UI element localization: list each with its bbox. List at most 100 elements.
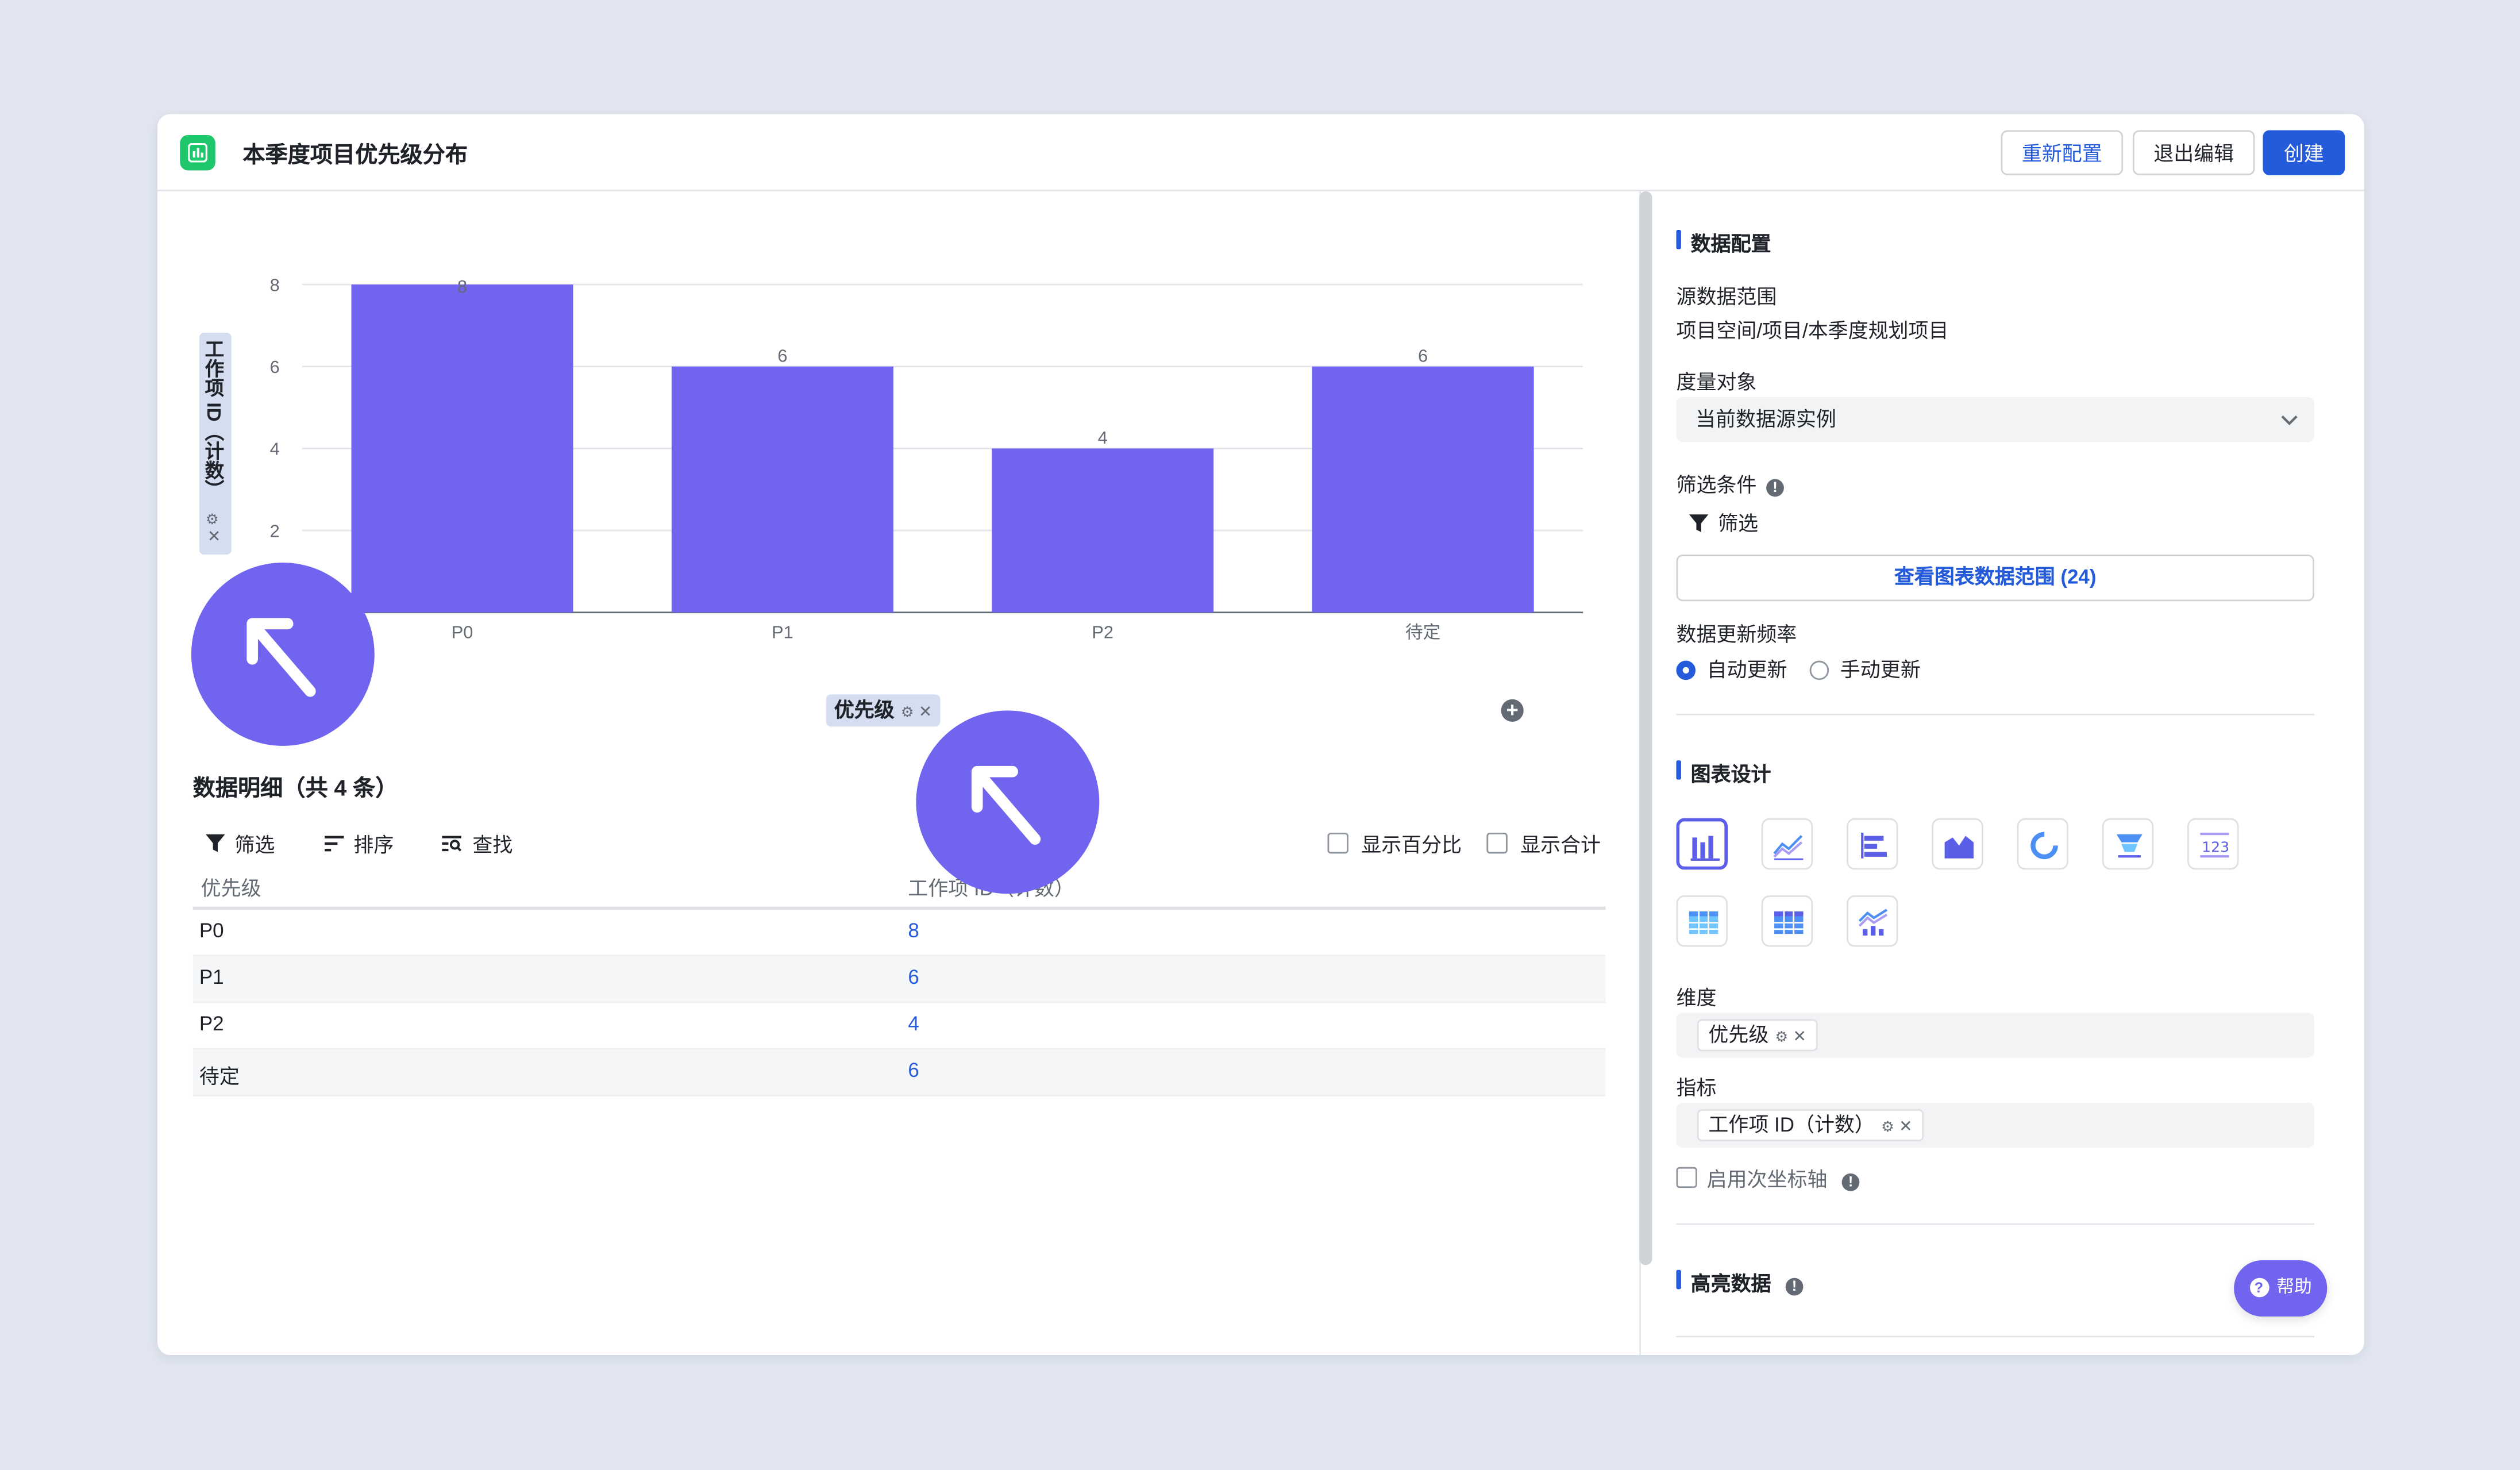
y-axis-settings-icon[interactable]: ⚙	[206, 511, 219, 529]
exit-edit-button[interactable]: 退出编辑	[2132, 130, 2255, 175]
x-axis-field-pill[interactable]: 优先级 ⚙ ✕	[826, 694, 941, 727]
bar	[671, 366, 893, 613]
data-config-title: 数据配置	[1676, 226, 1771, 257]
show-percent-box[interactable]	[1327, 832, 1348, 854]
data-detail-title: 数据明细（共 4 条）	[192, 775, 398, 801]
x-axis-label: 优先级	[834, 699, 895, 722]
find-icon	[442, 834, 463, 857]
manual-update-radio[interactable]: 手动更新	[1809, 653, 1921, 683]
area-chart-type-button[interactable]	[1932, 818, 1983, 870]
table-row: P1 6	[192, 956, 1606, 1003]
chart-area-scrollbar[interactable]	[1639, 191, 1652, 1265]
measure-object-select[interactable]: 当前数据源实例	[1676, 397, 2314, 442]
manual-update-radio-dot[interactable]	[1809, 660, 1829, 680]
x-axis-remove-icon[interactable]: ✕	[919, 704, 932, 722]
data-label: 8	[457, 276, 467, 297]
metric-tag[interactable]: 工作项 ID（计数） ⚙ ✕	[1697, 1109, 1924, 1142]
cell-priority: P0	[199, 919, 224, 942]
y-axis-label: 工作项 ID（计数）	[202, 339, 225, 499]
bar	[351, 284, 573, 613]
y-axis-remove-icon[interactable]: ✕	[207, 529, 221, 547]
metric-remove-icon[interactable]: ✕	[1899, 1119, 1912, 1137]
metric-field[interactable]: 工作项 ID（计数） ⚙ ✕	[1676, 1102, 2314, 1148]
dimension-tag-label: 优先级	[1708, 1023, 1769, 1046]
page-root: 本季度项目优先级分布 重新配置 退出编辑 创建 2 4 6 8 8 P0 6 P1 4 P2 6 待定…	[0, 0, 2520, 1469]
horizontal-bar-icon	[1861, 832, 1887, 859]
table-row: 待定 6	[192, 1049, 1606, 1096]
dimension-tag[interactable]: 优先级 ⚙ ✕	[1697, 1019, 1818, 1052]
cell-count[interactable]: 6	[908, 966, 919, 988]
source-range-label: 源数据范围	[1676, 286, 1777, 309]
funnel-chart-icon	[2116, 834, 2143, 858]
config-panel: 数据配置 源数据范围 项目空间/项目/本季度规划项目 度量对象 当前数据源实例 …	[1676, 191, 2315, 1355]
funnel-chart-type-button[interactable]	[2102, 818, 2154, 870]
metric-tag-label: 工作项 ID（计数）	[1708, 1114, 1875, 1137]
table-type-button[interactable]	[1676, 895, 1728, 947]
metric-settings-icon[interactable]: ⚙	[1881, 1119, 1894, 1135]
filter-icon	[206, 834, 225, 857]
dimension-settings-icon[interactable]: ⚙	[1775, 1029, 1789, 1045]
area-chart-icon	[1944, 836, 1974, 859]
info-icon[interactable]: !	[1785, 1277, 1804, 1296]
section-divider	[1676, 1223, 2314, 1225]
detail-find-button[interactable]: 查找	[442, 828, 513, 859]
measure-object-label: 度量对象	[1676, 371, 1757, 394]
info-icon[interactable]: !	[1766, 479, 1784, 497]
info-icon[interactable]: !	[1841, 1173, 1860, 1191]
panel-filter-button[interactable]: 筛选	[1689, 506, 1758, 537]
filter-condition-label: 筛选条件!	[1676, 468, 1784, 498]
pivot-table-icon	[1774, 911, 1804, 934]
bar-chart-type-button[interactable]	[1676, 818, 1728, 870]
combo-chart-type-button[interactable]	[1846, 895, 1898, 947]
reconfigure-button[interactable]: 重新配置	[2001, 130, 2124, 175]
x-tick-label: 待定	[1405, 622, 1441, 642]
auto-update-radio[interactable]: 自动更新	[1676, 653, 1787, 683]
dimension-field[interactable]: 优先级 ⚙ ✕	[1676, 1013, 2314, 1058]
y-tick-label: 2	[270, 521, 280, 541]
secondary-axis-checkbox[interactable]: 启用次坐标轴!	[1676, 1162, 1860, 1192]
secondary-axis-box[interactable]	[1676, 1167, 1697, 1188]
horizontal-bar-type-button[interactable]	[1846, 818, 1898, 870]
cell-priority: P2	[199, 1013, 224, 1036]
add-dimension-icon[interactable]: +	[1501, 699, 1524, 722]
page-title: 本季度项目优先级分布	[242, 141, 468, 167]
bar	[1312, 366, 1534, 613]
detail-find-label: 查找	[472, 834, 513, 857]
data-detail-table: 优先级 工作项 ID（计数） P0 8 P1 6 P2 4 待定 6	[192, 863, 1606, 1096]
line-chart-type-button[interactable]	[1761, 818, 1813, 870]
detail-sort-button[interactable]: 排序	[325, 828, 394, 859]
number-card-type-button[interactable]: 123	[2187, 818, 2239, 870]
top-bar: 本季度项目优先级分布 重新配置 退出编辑 创建	[157, 114, 2364, 191]
help-button[interactable]: ? 帮助	[2234, 1260, 2328, 1317]
pivot-table-type-button[interactable]	[1761, 895, 1813, 947]
data-label: 6	[777, 345, 787, 365]
panel-filter-label: 筛选	[1718, 513, 1759, 536]
cell-count[interactable]: 8	[908, 919, 919, 942]
dimension-remove-icon[interactable]: ✕	[1793, 1029, 1806, 1046]
svg-text:123: 123	[2202, 839, 2229, 856]
data-label: 6	[1418, 345, 1428, 365]
cell-priority: 待定	[199, 1065, 240, 1088]
show-percent-checkbox[interactable]: 显示百分比	[1327, 828, 1462, 859]
click-indicator-cursor-icon	[916, 710, 1100, 894]
bar	[992, 448, 1214, 613]
filter-condition-text: 筛选条件	[1676, 474, 1757, 497]
auto-update-radio-dot[interactable]	[1676, 660, 1696, 680]
line-chart-icon	[1773, 835, 1804, 860]
cell-priority: P1	[199, 966, 224, 989]
donut-chart-type-button[interactable]	[2017, 818, 2068, 870]
donut-chart-icon	[2030, 832, 2058, 860]
filter-icon	[1689, 514, 1709, 532]
detail-sort-label: 排序	[353, 834, 394, 857]
table-header: 优先级 工作项 ID（计数）	[192, 863, 1606, 910]
section-divider	[1676, 1336, 2314, 1338]
x-axis-settings-icon[interactable]: ⚙	[901, 704, 914, 720]
x-tick-label: P0	[452, 622, 473, 642]
create-button[interactable]: 创建	[2263, 130, 2345, 175]
view-data-range-button[interactable]: 查看图表数据范围 (24)	[1676, 555, 2314, 602]
show-total-checkbox[interactable]: 显示合计	[1486, 828, 1601, 859]
detail-filter-button[interactable]: 筛选	[206, 828, 275, 859]
show-total-box[interactable]	[1486, 832, 1508, 854]
column-header-priority[interactable]: 优先级	[201, 871, 261, 902]
cell-count[interactable]: 4	[908, 1013, 919, 1035]
